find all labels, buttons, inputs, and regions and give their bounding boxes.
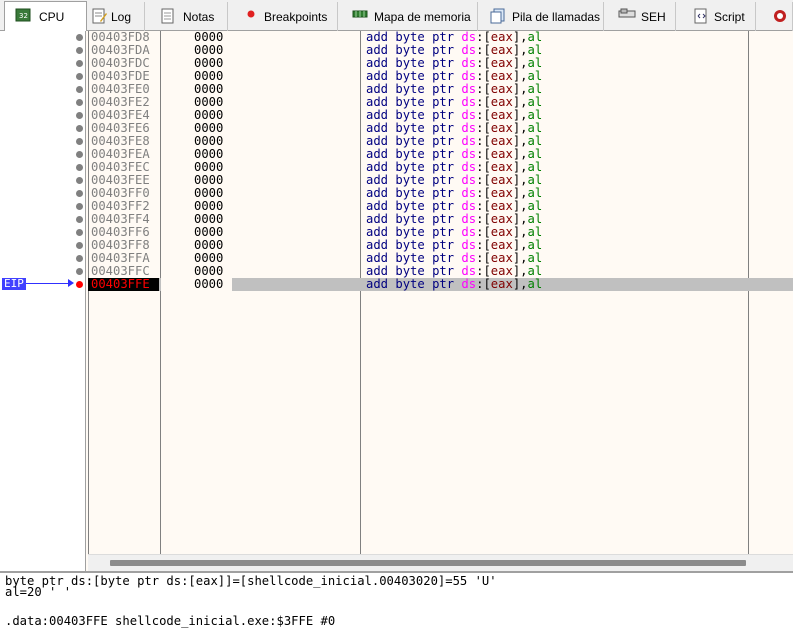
tab-notas[interactable]: Notas <box>145 2 228 31</box>
breakpoint-slot-icon[interactable] <box>76 190 83 197</box>
eip-label: EIP <box>2 277 26 290</box>
cpu-icon: 32 <box>15 8 31 25</box>
bytes-cell: 0000 <box>161 278 232 291</box>
tab-script[interactable]: Script <box>676 2 756 31</box>
extra-icon <box>772 8 788 27</box>
breakpoint-slot-icon[interactable] <box>76 268 83 275</box>
breakpoint-slot-icon[interactable] <box>76 203 83 210</box>
tab-label: SEH <box>641 10 666 24</box>
eip-arrow-line <box>26 283 72 284</box>
breakpoint-slot-icon[interactable] <box>76 86 83 93</box>
tab-seh[interactable]: SEH <box>604 2 676 31</box>
breakpoint-slot-icon[interactable] <box>76 138 83 145</box>
info-panel: byte ptr ds:[byte ptr ds:[eax]]=[shellco… <box>0 571 793 633</box>
breakpoint-slot-icon[interactable] <box>76 112 83 119</box>
info-line-4: .data:00403FFE shellcode_inicial.exe:$3F… <box>5 614 336 628</box>
tab-log[interactable]: Log <box>87 2 145 31</box>
breakpoint-slot-icon[interactable] <box>76 164 83 171</box>
breakpoint-icon <box>246 8 256 22</box>
breakpoint-slot-icon[interactable] <box>76 47 83 54</box>
jump-arrows-panel <box>0 31 86 571</box>
tab-label: Mapa de memoria <box>374 10 471 24</box>
breakpoint-slot-icon[interactable] <box>76 73 83 80</box>
tab-label: Log <box>111 10 132 24</box>
breakpoint-slot-icon[interactable] <box>76 125 83 132</box>
script-icon <box>694 8 708 27</box>
memory-map-icon <box>352 8 368 22</box>
breakpoint-slot-icon[interactable] <box>76 177 83 184</box>
tab-mapa-de-memoria[interactable]: Mapa de memoria <box>338 2 478 31</box>
tab-breakpoints[interactable]: Breakpoints <box>228 2 338 31</box>
horizontal-scrollbar[interactable] <box>88 554 793 571</box>
address-cell: 00403FFE <box>88 278 159 291</box>
tab-extra[interactable] <box>756 2 793 31</box>
breakpoint-dot-icon[interactable] <box>76 281 83 288</box>
info-line-2: al=20 ' ' <box>5 585 72 599</box>
tab-cpu[interactable]: 32 CPU <box>4 1 87 32</box>
breakpoint-slot-icon[interactable] <box>76 34 83 41</box>
info-line-1: byte ptr ds:[byte ptr ds:[eax]]=[shellco… <box>5 574 497 588</box>
tab-label: Notas <box>183 10 215 24</box>
notes-icon <box>161 8 175 27</box>
seh-icon <box>618 8 636 23</box>
breakpoint-slot-icon[interactable] <box>76 216 83 223</box>
disassembly-view[interactable]: 00403FD8 0000 add byte ptr ds:[eax],al 0040… <box>0 31 793 571</box>
log-icon <box>91 8 107 27</box>
tab-label: Pila de llamadas <box>512 10 601 24</box>
call-stack-icon <box>490 8 506 27</box>
breakpoint-slot-icon[interactable] <box>76 229 83 236</box>
svg-text:32: 32 <box>19 12 28 20</box>
tab-label: Script <box>714 10 745 24</box>
breakpoint-slot-icon[interactable] <box>76 151 83 158</box>
breakpoint-slot-icon[interactable] <box>76 60 83 67</box>
tab-pila-de-llamadas[interactable]: Pila de llamadas <box>478 2 604 31</box>
tab-label: Breakpoints <box>264 10 328 24</box>
current-instruction-row[interactable]: 00403FFE 0000 add byte ptr ds:[eax],al <box>76 277 793 291</box>
breakpoint-slot-icon[interactable] <box>76 99 83 106</box>
breakpoint-slot-icon[interactable] <box>76 242 83 249</box>
breakpoint-slot-icon[interactable] <box>76 255 83 262</box>
tab-label: CPU <box>39 10 65 24</box>
scrollbar-thumb[interactable] <box>110 560 746 566</box>
tab-bar: 32 CPU Log Notas Breakpoints Mapa de memoria P… <box>0 0 793 32</box>
eip-arrow-icon <box>68 279 74 287</box>
instruction-cell: add byte ptr ds:[eax],al <box>366 277 543 291</box>
